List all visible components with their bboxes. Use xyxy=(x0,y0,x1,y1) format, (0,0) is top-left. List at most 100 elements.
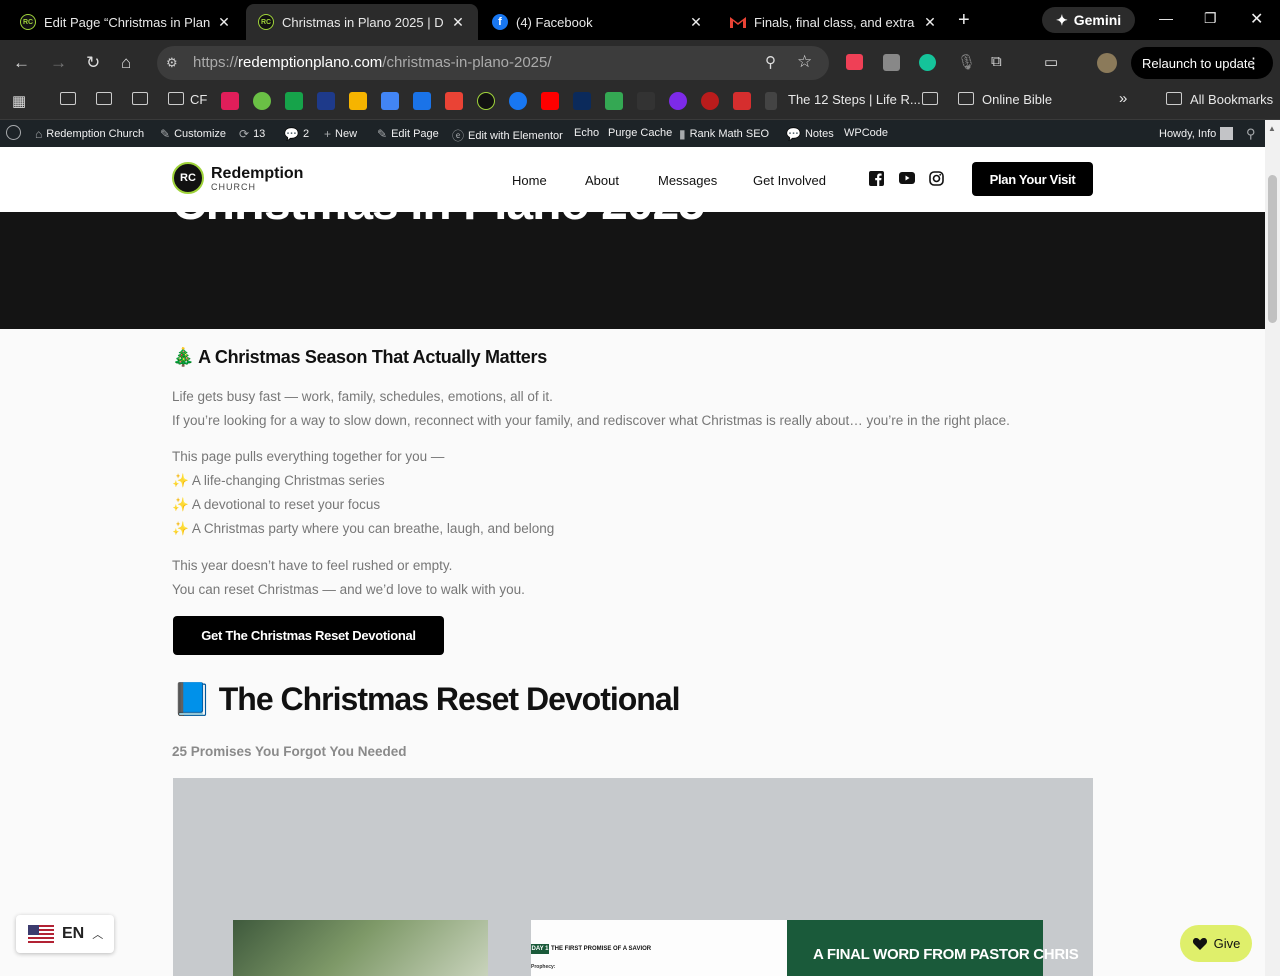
apps-grid-icon[interactable]: ▦ xyxy=(12,92,26,110)
facebook-icon[interactable] xyxy=(509,92,527,110)
wp-site-link[interactable]: ⌂ Redemption Church xyxy=(35,127,144,141)
chart-icon: ▮ xyxy=(679,127,686,141)
close-icon[interactable]: ✕ xyxy=(216,14,232,31)
cast-icon[interactable]: ▭ xyxy=(1044,53,1058,71)
bookmark-icon[interactable] xyxy=(573,92,591,110)
youtube-icon[interactable] xyxy=(899,172,915,187)
site-settings-icon[interactable]: ⚙ xyxy=(166,55,178,71)
wp-wpcode[interactable]: WPCode xyxy=(844,127,888,139)
bookmark-cf[interactable]: CF xyxy=(190,92,207,107)
wp-elementor[interactable]: ⓔ Edit with Elementor xyxy=(452,127,563,144)
wp-rank-math[interactable]: ▮ Rank Math SEO xyxy=(679,127,769,141)
reload-icon[interactable]: ↻ xyxy=(86,53,100,73)
zoom-icon[interactable]: ⚲ xyxy=(765,53,776,71)
bookmark-icon[interactable] xyxy=(253,92,271,110)
wp-howdy[interactable]: Howdy, Info xyxy=(1159,127,1234,140)
plan-your-visit-button[interactable]: Plan Your Visit xyxy=(972,162,1093,196)
search-icon[interactable]: ⚲ xyxy=(1246,126,1256,142)
wp-purge-cache[interactable]: Purge Cache xyxy=(608,127,672,139)
scrollbar-thumb[interactable] xyxy=(1268,175,1277,323)
home-icon[interactable]: ⌂ xyxy=(121,53,131,73)
slack-icon[interactable] xyxy=(221,92,239,110)
grammarly-icon[interactable] xyxy=(919,54,936,71)
pencil-icon: ✎ xyxy=(377,127,388,141)
wp-echo[interactable]: Echo xyxy=(574,127,599,139)
url-text[interactable]: https://redemptionplano.com/christmas-in… xyxy=(193,54,552,71)
avatar[interactable] xyxy=(1097,53,1117,73)
extension-icon[interactable] xyxy=(883,54,900,71)
logo-name[interactable]: Redemption xyxy=(211,165,303,183)
bookmark-online-bible[interactable]: Online Bible xyxy=(982,92,1052,107)
calendar-icon[interactable] xyxy=(413,92,431,110)
language-switcher[interactable]: EN ︿ xyxy=(16,915,114,953)
us-flag-icon xyxy=(28,925,54,943)
relaunch-button[interactable]: Relaunch to update ⋮ xyxy=(1131,47,1273,79)
bookmark-icon[interactable] xyxy=(637,92,655,110)
logo-mark[interactable]: RC xyxy=(172,162,204,194)
tab-christmas-page[interactable]: RC Christmas in Plano 2025 | Devo ✕ xyxy=(246,4,478,40)
bookmark-icon[interactable] xyxy=(317,92,335,110)
nav-messages[interactable]: Messages xyxy=(658,173,717,188)
wp-new[interactable]: + New xyxy=(324,127,357,141)
tab-gmail[interactable]: Finals, final class, and extra cre ✕ xyxy=(718,4,950,40)
youtube-icon[interactable] xyxy=(541,92,559,110)
forward-icon[interactable]: → xyxy=(50,53,67,73)
close-icon[interactable]: ✕ xyxy=(688,14,704,31)
close-icon[interactable]: ✕ xyxy=(450,14,466,31)
back-icon[interactable]: ← xyxy=(13,53,30,73)
instagram-icon[interactable] xyxy=(929,171,944,186)
microphone-icon[interactable]: 🎙 xyxy=(957,53,976,71)
nav-home[interactable]: Home xyxy=(512,173,547,188)
folder-icon[interactable] xyxy=(958,92,974,105)
bookmark-icon[interactable] xyxy=(765,92,777,110)
close-icon[interactable]: ✕ xyxy=(922,14,938,31)
sparkle-icon: ✦ xyxy=(1056,11,1068,28)
window-close-icon[interactable]: ✕ xyxy=(1250,9,1263,29)
redemption-icon[interactable] xyxy=(477,92,495,110)
closing-paragraph-2: You can reset Christmas — and we’d love … xyxy=(172,582,525,597)
comment-icon: 💬 xyxy=(284,127,299,141)
wp-updates[interactable]: ⟳ 13 xyxy=(239,127,265,141)
bookmark-icon[interactable] xyxy=(701,92,719,110)
get-devotional-button[interactable]: Get The Christmas Reset Devotional xyxy=(173,616,444,655)
folder-icon[interactable] xyxy=(96,92,112,105)
tab-facebook[interactable]: f (4) Facebook ✕ xyxy=(480,4,716,40)
puzzle-icon[interactable]: ⧉ xyxy=(991,53,1002,70)
intro-paragraph-1: Life gets busy fast — work, family, sche… xyxy=(172,389,553,404)
all-bookmarks[interactable]: All Bookmarks xyxy=(1190,92,1273,107)
wp-comments[interactable]: 💬 2 xyxy=(284,127,309,141)
overflow-chevron-icon[interactable]: » xyxy=(1119,90,1127,107)
folder-icon[interactable] xyxy=(132,92,148,105)
sheets-icon[interactable] xyxy=(605,92,623,110)
gmail-icon[interactable] xyxy=(445,92,463,110)
wp-customize[interactable]: ✎ Customize xyxy=(160,127,226,141)
devotional-preview-image[interactable]: DAY 1 THE FIRST PROMISE OF A SAVIOR Prop… xyxy=(173,778,1093,976)
keep-icon[interactable] xyxy=(349,92,367,110)
nav-about[interactable]: About xyxy=(585,173,619,188)
bookmark-icon[interactable] xyxy=(733,92,751,110)
final-word-title: A FINAL WORD FROM PASTOR CHRIS xyxy=(813,946,1079,963)
folder-icon[interactable] xyxy=(1166,92,1182,105)
wordpress-icon[interactable] xyxy=(6,125,21,140)
gemini-button[interactable]: ✦ Gemini xyxy=(1042,7,1136,33)
wp-notes[interactable]: 💬 Notes xyxy=(786,127,834,141)
new-tab-icon[interactable]: + xyxy=(958,10,970,30)
canva-icon[interactable] xyxy=(669,92,687,110)
bookmark-star-icon[interactable]: ☆ xyxy=(797,52,812,72)
tab-edit-page[interactable]: RC Edit Page “Christmas in Plano 2 ✕ xyxy=(8,4,244,40)
folder-icon[interactable] xyxy=(922,92,938,105)
bookmark-icon[interactable] xyxy=(285,92,303,110)
folder-icon[interactable] xyxy=(60,92,76,105)
pocket-icon[interactable] xyxy=(846,54,863,70)
minimize-icon[interactable]: — xyxy=(1159,10,1173,26)
wp-edit-page[interactable]: ✎ Edit Page xyxy=(377,127,439,141)
facebook-icon[interactable] xyxy=(869,171,884,186)
bookmark-12-steps[interactable]: The 12 Steps | Life R... xyxy=(788,92,921,107)
scroll-up-icon[interactable]: ▲ xyxy=(1268,124,1276,133)
give-button[interactable]: Give xyxy=(1180,925,1252,962)
folder-icon[interactable] xyxy=(168,92,184,105)
docs-icon[interactable] xyxy=(381,92,399,110)
bullet-item: ✨ A Christmas party where you can breath… xyxy=(172,521,555,536)
nav-get-involved[interactable]: Get Involved xyxy=(753,173,826,188)
restore-icon[interactable]: ❐ xyxy=(1204,10,1217,27)
